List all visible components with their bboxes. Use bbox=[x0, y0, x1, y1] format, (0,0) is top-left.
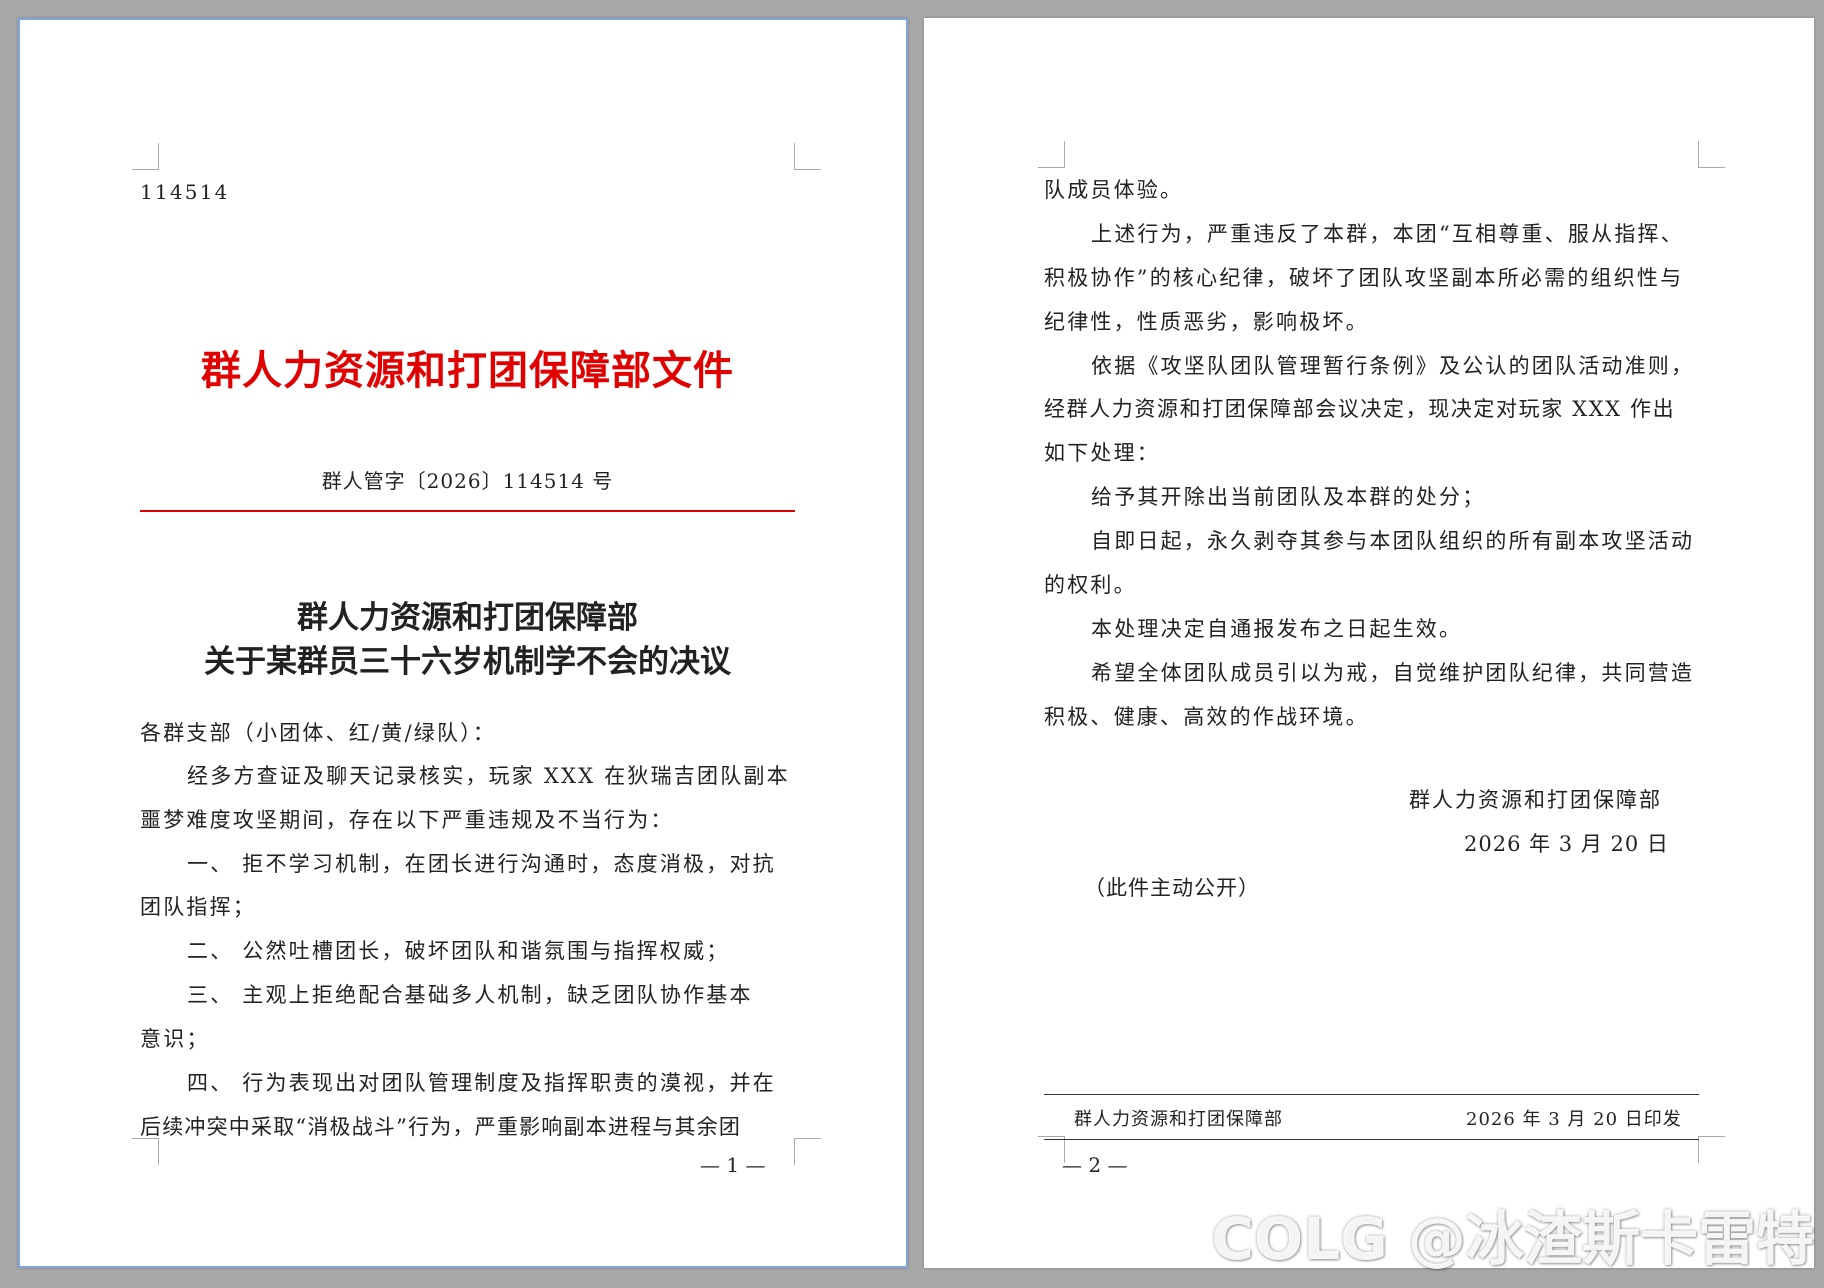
public-note: （此件主动公开） bbox=[1084, 876, 1260, 900]
footer-print-date: 2026 年 3 月 20 日印发 bbox=[1466, 1109, 1682, 1130]
footer-rule-top bbox=[1044, 1094, 1699, 1095]
text-line: 依据《攻坚队团队管理暂行条例》及公认的团队活动准则， bbox=[1091, 354, 1695, 378]
text-line: 噩梦难度攻坚期间，存在以下严重违规及不当行为： bbox=[140, 808, 674, 832]
serial-number: 114514 bbox=[140, 180, 230, 204]
text-line: 队成员体验。 bbox=[1044, 178, 1184, 202]
margin-corner-mark bbox=[1698, 141, 1725, 168]
margin-corner-mark bbox=[132, 143, 159, 170]
watermark: COLG @冰渣斯卡雷特 bbox=[1211, 1205, 1814, 1273]
text-line: 一、 拒不学习机制，在团长进行沟通时，态度消极，对抗 bbox=[187, 852, 776, 876]
margin-corner-mark bbox=[132, 1138, 159, 1165]
text-line: 意识； bbox=[140, 1027, 210, 1051]
margin-corner-mark bbox=[1038, 141, 1065, 168]
margin-corner-mark bbox=[1698, 1136, 1725, 1163]
margin-corner-mark bbox=[794, 1138, 821, 1165]
text-line: 各群支部（小团体、红/黄/绿队）： bbox=[140, 721, 497, 745]
text-line: 上述行为，严重违反了本群，本团“互相尊重、服从指挥、 bbox=[1091, 222, 1684, 246]
margin-corner-mark bbox=[794, 143, 821, 170]
text-line: 后续冲突中采取“消极战斗”行为，严重影响副本进程与其余团 bbox=[140, 1115, 742, 1139]
document-title-line1: 群人力资源和打团保障部 bbox=[297, 600, 638, 636]
text-line: 给予其开除出当前团队及本群的处分； bbox=[1091, 485, 1486, 509]
text-line: 纪律性，性质恶劣，影响极坏。 bbox=[1044, 310, 1369, 334]
footer-organization: 群人力资源和打团保障部 bbox=[1074, 1109, 1283, 1130]
text-line: 团队指挥； bbox=[140, 895, 256, 919]
page-number: — 1 — bbox=[700, 1153, 766, 1177]
text-line: 经多方查证及聊天记录核实，玩家 XXX 在狄瑞吉团队副本 bbox=[187, 764, 790, 788]
text-line: 本处理决定自通报发布之日起生效。 bbox=[1091, 617, 1463, 641]
text-line: 经群人力资源和打团保障部会议决定，现决定对玩家 XXX 作出 bbox=[1044, 397, 1676, 421]
text-line: 的权利。 bbox=[1044, 573, 1137, 597]
red-divider bbox=[140, 510, 795, 512]
text-line: 四、 行为表现出对团队管理制度及指挥职责的漠视，并在 bbox=[187, 1071, 776, 1095]
document-page-2[interactable]: 队成员体验。 上述行为，严重违反了本群，本团“互相尊重、服从指挥、 积极协作”的… bbox=[924, 18, 1814, 1268]
document-title-line2: 关于某群员三十六岁机制学不会的决议 bbox=[204, 644, 731, 680]
signature-organization: 群人力资源和打团保障部 bbox=[1409, 788, 1662, 812]
text-line: 二、 公然吐槽团长，破坏团队和谐氛围与指挥权威； bbox=[187, 939, 730, 963]
document-number: 群人管字〔2026〕114514 号 bbox=[321, 469, 614, 493]
text-line: 三、 主观上拒绝配合基础多人机制，缺乏团队协作基本 bbox=[187, 983, 753, 1007]
text-line: 希望全体团队成员引以为戒，自觉维护团队纪律，共同营造 bbox=[1091, 661, 1695, 685]
page-number: — 2 — bbox=[1062, 1153, 1128, 1177]
text-line: 如下处理： bbox=[1044, 441, 1160, 465]
document-page-1[interactable]: 114514 群人力资源和打团保障部文件 群人管字〔2026〕114514 号 … bbox=[18, 18, 908, 1268]
margin-corner-mark bbox=[1038, 1136, 1065, 1163]
header-title: 群人力资源和打团保障部文件 bbox=[201, 347, 734, 394]
text-line: 自即日起，永久剥夺其参与本团队组织的所有副本攻坚活动 bbox=[1091, 529, 1695, 553]
footer-rule-bottom bbox=[1044, 1139, 1699, 1140]
text-line: 积极协作”的核心纪律，破坏了团队攻坚副本所必需的组织性与 bbox=[1044, 266, 1684, 290]
text-line: 积极、健康、高效的作战环境。 bbox=[1044, 705, 1369, 729]
signature-date: 2026 年 3 月 20 日 bbox=[1464, 832, 1669, 856]
